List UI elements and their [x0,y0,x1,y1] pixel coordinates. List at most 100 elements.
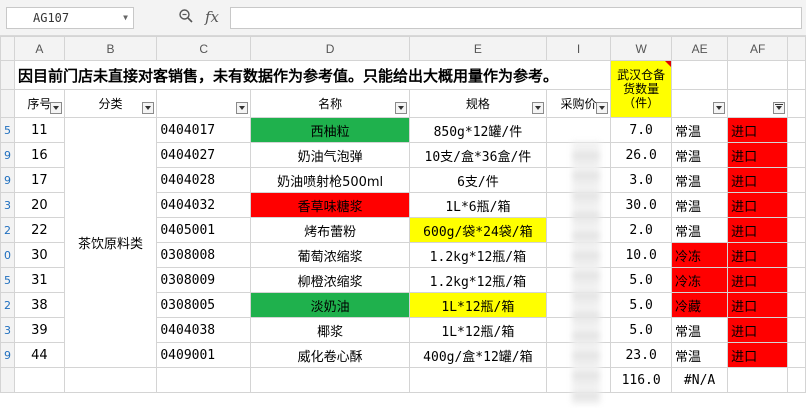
row-number[interactable]: 9 [0,167,15,193]
row-number[interactable] [0,89,15,118]
code-cell[interactable]: 0308005 [156,292,252,318]
cell-next[interactable] [787,342,806,368]
cell-next[interactable] [787,242,806,268]
origin-cell[interactable]: 进口 [727,192,789,218]
product-name-cell[interactable]: 葡萄浓缩浆 [250,242,411,268]
code-cell[interactable]: 0409001 [156,342,252,368]
select-all-corner[interactable] [0,36,15,61]
origin-cell[interactable]: 进口 [727,117,789,143]
origin-cell[interactable]: 进口 [727,242,789,268]
warehouse-qty-cell[interactable]: 7.0 [610,117,673,143]
code-cell[interactable]: 0404032 [156,192,252,218]
code-cell[interactable]: 0404038 [156,317,252,343]
warehouse-qty-cell[interactable]: 30.0 [610,192,673,218]
code-cell[interactable]: 0308008 [156,242,252,268]
warehouse-qty-cell[interactable]: 26.0 [610,142,673,168]
cell-next[interactable] [787,267,806,293]
row-number[interactable]: 0 [0,242,15,268]
column-header-next[interactable] [787,36,806,61]
row-number[interactable]: 3 [0,317,15,343]
row-number[interactable]: 9 [0,342,15,368]
magnifier-icon[interactable] [178,8,194,28]
cell[interactable] [409,367,547,393]
seq-cell[interactable]: 39 [14,317,65,343]
spec-cell[interactable]: 400g/盒*12罐/箱 [409,342,547,368]
row-number[interactable]: 9 [0,142,15,168]
code-cell[interactable]: 0404028 [156,167,252,193]
product-name-cell[interactable]: 香草味糖浆 [250,192,411,218]
storage-temp-cell[interactable]: 冷冻 [671,242,729,268]
warehouse-qty-cell[interactable]: 5.0 [610,292,673,318]
header-name[interactable]: 名称 [250,89,411,118]
column-header-e[interactable]: E [409,36,547,61]
storage-temp-cell[interactable]: 常温 [671,192,729,218]
warehouse-qty-cell[interactable]: 5.0 [610,267,673,293]
cell[interactable] [63,367,158,393]
storage-temp-cell[interactable]: 常温 [671,217,729,243]
warehouse-qty-cell[interactable]: 3.0 [610,167,673,193]
warehouse-qty-cell[interactable]: 10.0 [610,242,673,268]
seq-cell[interactable]: 16 [14,142,65,168]
cell-next[interactable] [787,167,806,193]
code-cell[interactable]: 0404017 [156,117,252,143]
spec-cell[interactable]: 1L*12瓶/箱 [409,292,547,318]
header-af[interactable] [727,89,789,118]
cell-next[interactable] [787,117,806,143]
spreadsheet-grid[interactable]: A B C D E I W AE AF 因目前门店未直接对客销售，未有数据作为参考值。只能给出大概… [0,36,806,408]
row-number[interactable]: 5 [0,267,15,293]
cell-next[interactable] [787,89,806,118]
origin-cell[interactable]: 进口 [727,342,789,368]
storage-temp-cell[interactable]: 常温 [671,142,729,168]
filter-dropdown-icon[interactable] [713,102,726,114]
code-cell[interactable]: 0404027 [156,142,252,168]
header-ae[interactable] [671,89,729,118]
column-header-b[interactable]: B [63,36,158,61]
product-name-cell[interactable]: 奶油喷射枪500ml [250,167,411,193]
chevron-down-icon[interactable]: ▼ [123,8,128,28]
seq-cell[interactable]: 38 [14,292,65,318]
filter-dropdown-icon[interactable] [596,102,609,114]
cell-next[interactable] [787,192,806,218]
origin-cell[interactable]: 进口 [727,167,789,193]
cell-next[interactable] [787,292,806,318]
header-spec[interactable]: 规格 [409,89,547,118]
seq-cell[interactable]: 30 [14,242,65,268]
seq-cell[interactable]: 44 [14,342,65,368]
header-seq[interactable]: 序号 [14,89,65,118]
storage-temp-cell[interactable]: 冷冻 [671,267,729,293]
column-header-w[interactable]: W [610,36,673,61]
cell-next[interactable] [787,60,806,90]
header-category[interactable]: 分类 [63,89,158,118]
seq-cell[interactable]: 22 [14,217,65,243]
cell[interactable] [156,367,252,393]
cell-next[interactable] [787,217,806,243]
column-header-c[interactable]: C [156,36,252,61]
origin-cell[interactable]: 进口 [727,317,789,343]
spec-cell[interactable]: 1L*12瓶/箱 [409,317,547,343]
product-name-cell[interactable]: 西柚粒 [250,117,411,143]
spec-cell[interactable]: 600g/袋*24袋/箱 [409,217,547,243]
code-cell[interactable]: 0308009 [156,267,252,293]
seq-cell[interactable]: 20 [14,192,65,218]
spec-cell[interactable]: 1.2kg*12瓶/箱 [409,242,547,268]
cell-ae[interactable] [671,60,729,90]
filter-dropdown-icon[interactable] [531,102,544,114]
filter-dropdown-icon[interactable] [236,102,249,114]
filter-dropdown-icon[interactable] [142,102,155,114]
note-text[interactable]: 因目前门店未直接对客销售，未有数据作为参考值。只能给出大概用量作为参考。 [13,60,612,90]
category-cell[interactable]: 茶饮原料类 [63,117,158,368]
cell[interactable] [14,367,65,393]
comment-indicator-icon[interactable] [665,61,671,67]
warehouse-qty-header[interactable]: 武汉仓备 货数量 （件） [610,60,673,118]
row-number[interactable] [0,60,15,90]
row-number[interactable]: 2 [0,292,15,318]
storage-temp-cell[interactable]: 常温 [671,317,729,343]
filter-dropdown-icon[interactable] [49,102,62,114]
column-header-a[interactable]: A [14,36,65,61]
name-box[interactable]: AG107 ▼ [6,7,134,29]
cell-af[interactable] [727,60,789,90]
product-name-cell[interactable]: 淡奶油 [250,292,411,318]
spec-cell[interactable]: 6支/件 [409,167,547,193]
column-header-i[interactable]: I [545,36,612,61]
column-header-d[interactable]: D [250,36,411,61]
